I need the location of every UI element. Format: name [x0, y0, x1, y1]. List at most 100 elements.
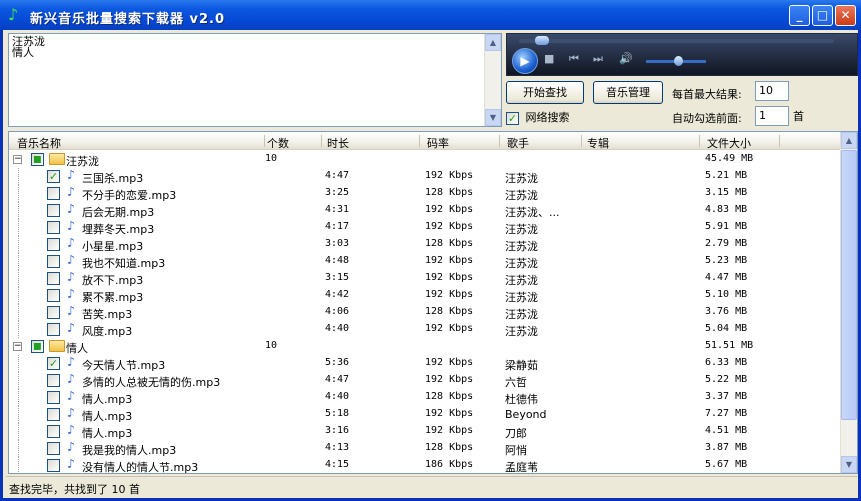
track-name: 不分手的恋爱.mp3: [82, 189, 177, 202]
track-row[interactable]: ♪ 埋葬冬天.mp3 4:17 192 Kbps 汪苏泷 5.91 MB: [9, 219, 841, 236]
list-scrollbar[interactable]: ▲ ▼: [840, 132, 857, 473]
track-row[interactable]: ♪ 不分手的恋爱.mp3 3:25 128 Kbps 汪苏泷 3.15 MB: [9, 185, 841, 202]
col-name[interactable]: 音乐名称: [17, 135, 61, 151]
track-name: 风度.mp3: [82, 325, 133, 338]
track-checkbox[interactable]: [47, 459, 60, 472]
start-search-button[interactable]: 开始查找: [506, 81, 584, 104]
group-name: 汪苏泷: [66, 155, 99, 168]
music-note-icon: ♪: [67, 270, 75, 285]
volume-slider[interactable]: [646, 56, 706, 66]
seek-knob[interactable]: [535, 36, 549, 45]
group-checkbox[interactable]: ▪: [31, 152, 44, 166]
play-button[interactable]: ▶: [512, 48, 538, 74]
group-row[interactable]: − ▪ 汪苏泷 10 45.49 MB: [9, 151, 841, 168]
track-checkbox[interactable]: [47, 425, 60, 438]
track-duration: 4:15: [325, 459, 350, 470]
track-row[interactable]: ✓ ♪ 三国杀.mp3 4:47 192 Kbps 汪苏泷 5.21 MB: [9, 168, 841, 185]
collapse-icon[interactable]: −: [13, 342, 22, 351]
track-size: 3.15 MB: [705, 187, 748, 198]
col-bitrate[interactable]: 码率: [427, 135, 449, 151]
collapse-icon[interactable]: −: [13, 155, 22, 164]
track-row[interactable]: ♪ 苦笑.mp3 4:06 128 Kbps 汪苏泷 3.76 MB: [9, 304, 841, 321]
track-checkbox[interactable]: [47, 272, 60, 285]
track-singer: Beyond: [505, 408, 547, 421]
group-count: 10: [265, 153, 278, 164]
track-row[interactable]: ♪ 情人.mp3 4:40 128 Kbps 杜德伟 3.37 MB: [9, 389, 841, 406]
track-checkbox[interactable]: [47, 323, 60, 336]
track-row[interactable]: ♪ 情人.mp3 5:18 192 Kbps Beyond 7.27 MB: [9, 406, 841, 423]
stop-icon[interactable]: ■: [544, 53, 554, 65]
scroll-down-icon[interactable]: ▼: [485, 109, 501, 126]
max-results-input[interactable]: 10: [755, 81, 789, 101]
track-bitrate: 128 Kbps: [425, 187, 474, 198]
scroll-thumb[interactable]: [841, 150, 857, 420]
group-checkbox[interactable]: ▪: [31, 339, 44, 353]
track-checkbox[interactable]: [47, 306, 60, 319]
track-row[interactable]: ♪ 我也不知道.mp3 4:48 192 Kbps 汪苏泷 5.23 MB: [9, 253, 841, 270]
group-size: 51.51 MB: [705, 340, 754, 351]
track-row[interactable]: ♪ 情人.mp3 3:16 192 Kbps 刀郎 4.51 MB: [9, 423, 841, 440]
minimize-button[interactable]: _: [789, 5, 810, 26]
seek-bar[interactable]: [519, 36, 834, 45]
track-name: 情人.mp3: [82, 393, 133, 406]
scroll-down-icon[interactable]: ▼: [841, 456, 857, 473]
result-list[interactable]: 音乐名称 个数 时长 码率 歌手 专辑 文件大小 − ▪ 汪苏泷 10 45.49 MB…: [8, 131, 858, 474]
track-singer: 杜德伟: [505, 393, 538, 406]
track-row[interactable]: ♪ 小星星.mp3 3:03 128 Kbps 汪苏泷 2.79 MB: [9, 236, 841, 253]
col-duration[interactable]: 时长: [327, 135, 349, 151]
track-name: 情人.mp3: [82, 410, 133, 423]
col-size[interactable]: 文件大小: [707, 135, 751, 151]
track-row[interactable]: ♪ 后会无期.mp3 4:31 192 Kbps 汪苏泷、... 4.83 MB: [9, 202, 841, 219]
track-checkbox[interactable]: [47, 374, 60, 387]
track-checkbox[interactable]: [47, 204, 60, 217]
track-name: 我也不知道.mp3: [82, 257, 166, 270]
col-count[interactable]: 个数: [267, 135, 289, 151]
next-icon[interactable]: ⏭: [593, 53, 603, 65]
track-row[interactable]: ♪ 风度.mp3 4:40 192 Kbps 汪苏泷 5.04 MB: [9, 321, 841, 338]
track-duration: 4:42: [325, 289, 350, 300]
tree-line: [18, 406, 19, 423]
track-checkbox[interactable]: [47, 255, 60, 268]
check-icon[interactable]: ✓: [506, 111, 519, 125]
previous-icon[interactable]: ⏮: [569, 53, 579, 65]
auto-select-unit: 首: [793, 110, 804, 123]
track-checkbox[interactable]: [47, 238, 60, 251]
track-row[interactable]: ♪ 累不累.mp3 4:42 192 Kbps 汪苏泷 5.10 MB: [9, 287, 841, 304]
status-bar: 查找完毕，共找到了 10 首: [6, 476, 858, 496]
scroll-up-icon[interactable]: ▲: [841, 132, 857, 149]
music-note-icon: ♪: [67, 304, 75, 319]
track-row[interactable]: ♪ 多情的人总被无情的伤.mp3 4:47 192 Kbps 六哲 5.22 MB: [9, 372, 841, 389]
col-singer[interactable]: 歌手: [507, 135, 529, 151]
track-checkbox[interactable]: [47, 221, 60, 234]
track-size: 3.76 MB: [705, 306, 748, 317]
track-row[interactable]: ✓ ♪ 今天情人节.mp3 5:36 192 Kbps 梁静茹 6.33 MB: [9, 355, 841, 372]
maximize-button[interactable]: □: [812, 5, 833, 26]
music-note-icon: ♪: [67, 185, 75, 200]
music-manage-button[interactable]: 音乐管理: [593, 81, 663, 104]
track-checkbox[interactable]: [47, 187, 60, 200]
tree-line: [18, 270, 19, 287]
volume-knob[interactable]: [674, 56, 683, 66]
tree-line: [18, 236, 19, 253]
network-search-checkbox[interactable]: ✓ 网络搜索: [506, 109, 570, 125]
track-checkbox[interactable]: [47, 442, 60, 455]
volume-icon[interactable]: 🔊: [619, 53, 633, 65]
scroll-up-icon[interactable]: ▲: [485, 34, 501, 51]
track-checkbox[interactable]: [47, 408, 60, 421]
group-row[interactable]: − ▪ 情人 10 51.51 MB: [9, 338, 841, 355]
auto-select-input[interactable]: 1: [755, 106, 789, 126]
track-checkbox[interactable]: ✓: [47, 357, 60, 370]
track-checkbox[interactable]: [47, 391, 60, 404]
group-count: 10: [265, 340, 278, 351]
track-name: 苦笑.mp3: [82, 308, 133, 321]
col-album[interactable]: 专辑: [587, 135, 609, 151]
track-row[interactable]: ♪ 没有情人的情人节.mp3 4:15 186 Kbps 孟庭苇 5.67 MB: [9, 457, 841, 473]
keyword-scrollbar[interactable]: ▲ ▼: [484, 34, 501, 126]
track-checkbox[interactable]: ✓: [47, 170, 60, 183]
track-row[interactable]: ♪ 放不下.mp3 3:15 192 Kbps 汪苏泷 4.47 MB: [9, 270, 841, 287]
title-bar[interactable]: ♪ 新兴音乐批量搜索下载器 v2.0 _ □ ✕: [0, 0, 861, 30]
close-button[interactable]: ✕: [835, 5, 856, 26]
track-row[interactable]: ♪ 我是我的情人.mp3 4:13 128 Kbps 阿悄 3.87 MB: [9, 440, 841, 457]
keyword-input[interactable]: 汪苏泷 情人 ▲ ▼: [8, 33, 502, 127]
track-checkbox[interactable]: [47, 289, 60, 302]
